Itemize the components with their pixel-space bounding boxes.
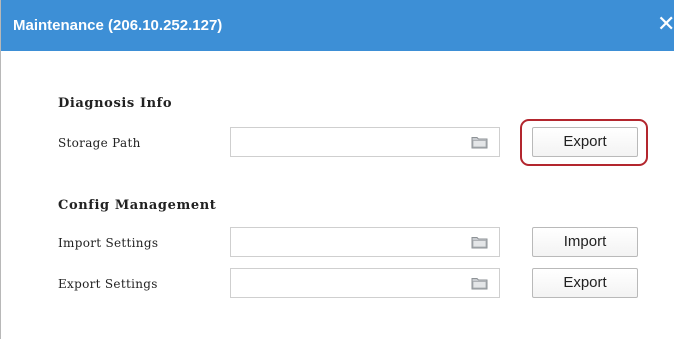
export-settings-input[interactable]	[230, 268, 500, 298]
maintenance-dialog: Maintenance (206.10.252.127) ✕ Diagnosis…	[0, 0, 674, 339]
dialog-titlebar[interactable]: Maintenance (206.10.252.127) ✕	[1, 0, 674, 51]
import-button[interactable]: Import	[532, 227, 638, 257]
import-settings-input[interactable]	[230, 227, 500, 257]
folder-icon[interactable]	[471, 276, 488, 290]
diagnosis-info-heading: Diagnosis Info	[58, 96, 173, 111]
export-settings-button[interactable]: Export	[532, 268, 638, 298]
export-settings-label: Export Settings	[58, 277, 158, 291]
close-icon[interactable]: ✕	[657, 13, 674, 37]
export-button-highlight	[520, 119, 648, 166]
dialog-title: Maintenance (206.10.252.127)	[13, 17, 223, 34]
folder-icon[interactable]	[471, 235, 488, 249]
storage-path-label: Storage Path	[58, 136, 141, 150]
import-settings-label: Import Settings	[58, 236, 159, 250]
config-management-heading: Config Management	[58, 198, 217, 213]
storage-path-input[interactable]	[230, 127, 500, 157]
folder-icon[interactable]	[471, 135, 488, 149]
